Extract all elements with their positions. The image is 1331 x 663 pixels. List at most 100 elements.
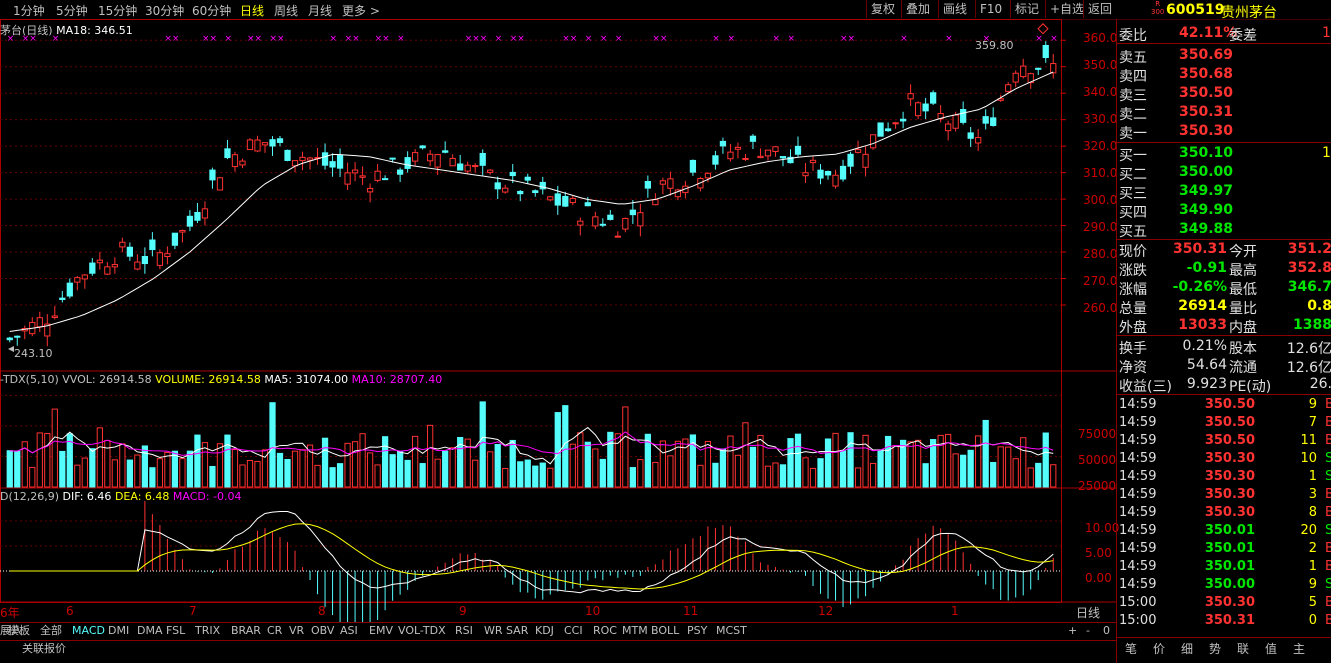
indicator-tab-sar[interactable]: SAR: [506, 623, 528, 639]
indicator-tab-vr[interactable]: VR: [289, 623, 304, 639]
volume-bar: [314, 464, 321, 488]
period-tab-weekly[interactable]: 周线: [274, 2, 298, 19]
indicator-tab-boll[interactable]: BOLL: [651, 623, 679, 639]
sell-level-row[interactable]: 卖一 350.30: [1117, 123, 1331, 142]
tick-row: 14:59 350.30 3 B: [1117, 487, 1331, 505]
candle-body: [396, 169, 404, 175]
period-tab-5min[interactable]: 5分钟: [56, 2, 88, 19]
candle-body: [1050, 63, 1057, 74]
candle-body: [6, 337, 13, 341]
indicator-tab-全部[interactable]: 全部: [40, 623, 62, 639]
period-tab-more[interactable]: 更多 >: [342, 2, 380, 19]
indicator-tab-cci[interactable]: CCI: [564, 623, 583, 639]
indicator-tab-roc[interactable]: ROC: [593, 623, 617, 639]
indicator-tab-brar[interactable]: BRAR: [231, 623, 261, 639]
sell-level-price: 350.68: [1179, 66, 1234, 82]
draw-button[interactable]: 画线: [938, 0, 971, 18]
quote-tab[interactable]: 笔: [1125, 641, 1137, 657]
volume-bar: [366, 452, 374, 488]
indicator-tab-模板[interactable]: 模板: [8, 623, 30, 639]
period-tab-60min[interactable]: 60分钟: [192, 2, 231, 19]
tick-side: S: [1325, 523, 1331, 538]
quote-tab[interactable]: 细: [1181, 641, 1193, 657]
kline-chart-area[interactable]: × × × × × × × × × × × × × × × × × × × × × × × × × × × × × × × × × × × × × × × ×…: [0, 19, 1119, 622]
indicator-tab-asi[interactable]: ASI: [340, 623, 358, 639]
fundamental-label: PE(动): [1229, 379, 1272, 395]
candle-body: [847, 153, 854, 167]
sell-level-row[interactable]: 卖三 350.50: [1117, 85, 1331, 104]
indicator-tab-emv[interactable]: EMV: [369, 623, 393, 639]
tick-time: 14:59: [1119, 541, 1157, 556]
indicator-tab-mtm[interactable]: MTM: [622, 623, 648, 639]
indicator-tab-psy[interactable]: PSY: [687, 623, 707, 639]
indicator-tab-obv[interactable]: OBV: [311, 623, 334, 639]
indicator-tab-vol-tdx[interactable]: VOL-TDX: [398, 623, 446, 639]
buy-level-row[interactable]: 买二 350.00: [1117, 164, 1331, 183]
mark-button[interactable]: 标记: [1010, 0, 1043, 18]
quote-tab[interactable]: 联: [1237, 641, 1249, 657]
buy-level-row[interactable]: 买四 349.90: [1117, 202, 1331, 221]
sell-level-row[interactable]: 卖五 350.69: [1117, 47, 1331, 66]
quote-tab[interactable]: 价: [1153, 641, 1165, 657]
indicator-tab-wr[interactable]: WR: [484, 623, 503, 639]
xaxis-label: 10: [585, 604, 601, 618]
zoom-in-button[interactable]: +: [1068, 623, 1077, 639]
indicator-tab-dma[interactable]: DMA: [137, 623, 163, 639]
volume-bar: [276, 452, 284, 488]
period-tab-monthly[interactable]: 月线: [308, 2, 332, 19]
zoom-out-button[interactable]: -: [1086, 623, 1090, 639]
sell-level-row[interactable]: 卖二 350.31: [1117, 104, 1331, 123]
tick-volume: 9: [1308, 397, 1317, 412]
tick-volume: 5: [1308, 595, 1317, 610]
reset-button[interactable]: 0: [1103, 623, 1110, 639]
signal-marker: ×: [224, 34, 232, 44]
candle-body: [351, 169, 359, 174]
period-tab-15min[interactable]: 15分钟: [98, 2, 137, 19]
signal-marker: ×: [600, 34, 608, 44]
buy-level-row[interactable]: 买一 350.10 1: [1117, 145, 1331, 164]
indicator-tab-dmi[interactable]: DMI: [108, 623, 129, 639]
stat-value: 13033: [1178, 317, 1227, 333]
fundamental-value: 12.6亿: [1286, 360, 1331, 376]
buy-level-row[interactable]: 买五 349.88: [1117, 221, 1331, 240]
volume-bar: [6, 450, 13, 488]
fuquan-button[interactable]: 复权: [866, 0, 899, 18]
buy-level-row[interactable]: 买三 349.97: [1117, 183, 1331, 202]
period-tab-daily[interactable]: 日线: [240, 2, 264, 19]
fundamental-row: 净资 54.64 流通 12.6亿: [1117, 357, 1331, 376]
candle-body: [366, 187, 374, 193]
add-watchlist-button[interactable]: +自选: [1045, 0, 1088, 18]
tick-time: 14:59: [1119, 559, 1157, 574]
candle-body: [194, 211, 201, 221]
quote-tab[interactable]: 势: [1209, 641, 1221, 657]
indicator-tab-cr[interactable]: CR: [267, 623, 282, 639]
volume-bar: [757, 434, 764, 488]
signal-marker: ×: [848, 34, 856, 44]
quote-tab[interactable]: 主: [1293, 641, 1305, 657]
buy-level-label: 买五: [1119, 224, 1147, 240]
indicator-tab-fsl[interactable]: FSL: [166, 623, 185, 639]
volume-bar: [532, 465, 539, 488]
indicator-tab-trix[interactable]: TRIX: [195, 623, 220, 639]
related-quote-tab[interactable]: 关联报价: [22, 641, 66, 657]
candle-body: [479, 152, 486, 166]
period-tab-30min[interactable]: 30分钟: [145, 2, 184, 19]
candle-body: [1012, 72, 1019, 83]
buy-level-price: 349.90: [1179, 202, 1234, 218]
period-tab-1min-label[interactable]: 1分钟: [13, 2, 45, 19]
f10-button[interactable]: F10: [975, 0, 1006, 18]
indicator-tab-rsi[interactable]: RSI: [455, 623, 473, 639]
indicator-tab-mcst[interactable]: MCST: [716, 623, 747, 639]
indicator-tab-kdj[interactable]: KDJ: [535, 623, 554, 639]
buy-level-label: 买二: [1119, 167, 1147, 183]
quote-tab[interactable]: 值: [1265, 641, 1277, 657]
overlay-button[interactable]: 叠加: [901, 0, 934, 18]
back-button[interactable]: 返回: [1083, 0, 1116, 18]
tick-side: B: [1325, 415, 1331, 430]
candle-body: [824, 171, 832, 176]
candle-body: [930, 92, 937, 104]
kline-svg[interactable]: × × × × × × × × × × × × × × × × × × × × × × × × × × × × × × × × × × × × × × × ×…: [0, 19, 1116, 622]
candle-body: [344, 172, 351, 185]
sell-level-row[interactable]: 卖四 350.68: [1117, 66, 1331, 85]
indicator-tab-macd[interactable]: MACD: [72, 623, 105, 639]
